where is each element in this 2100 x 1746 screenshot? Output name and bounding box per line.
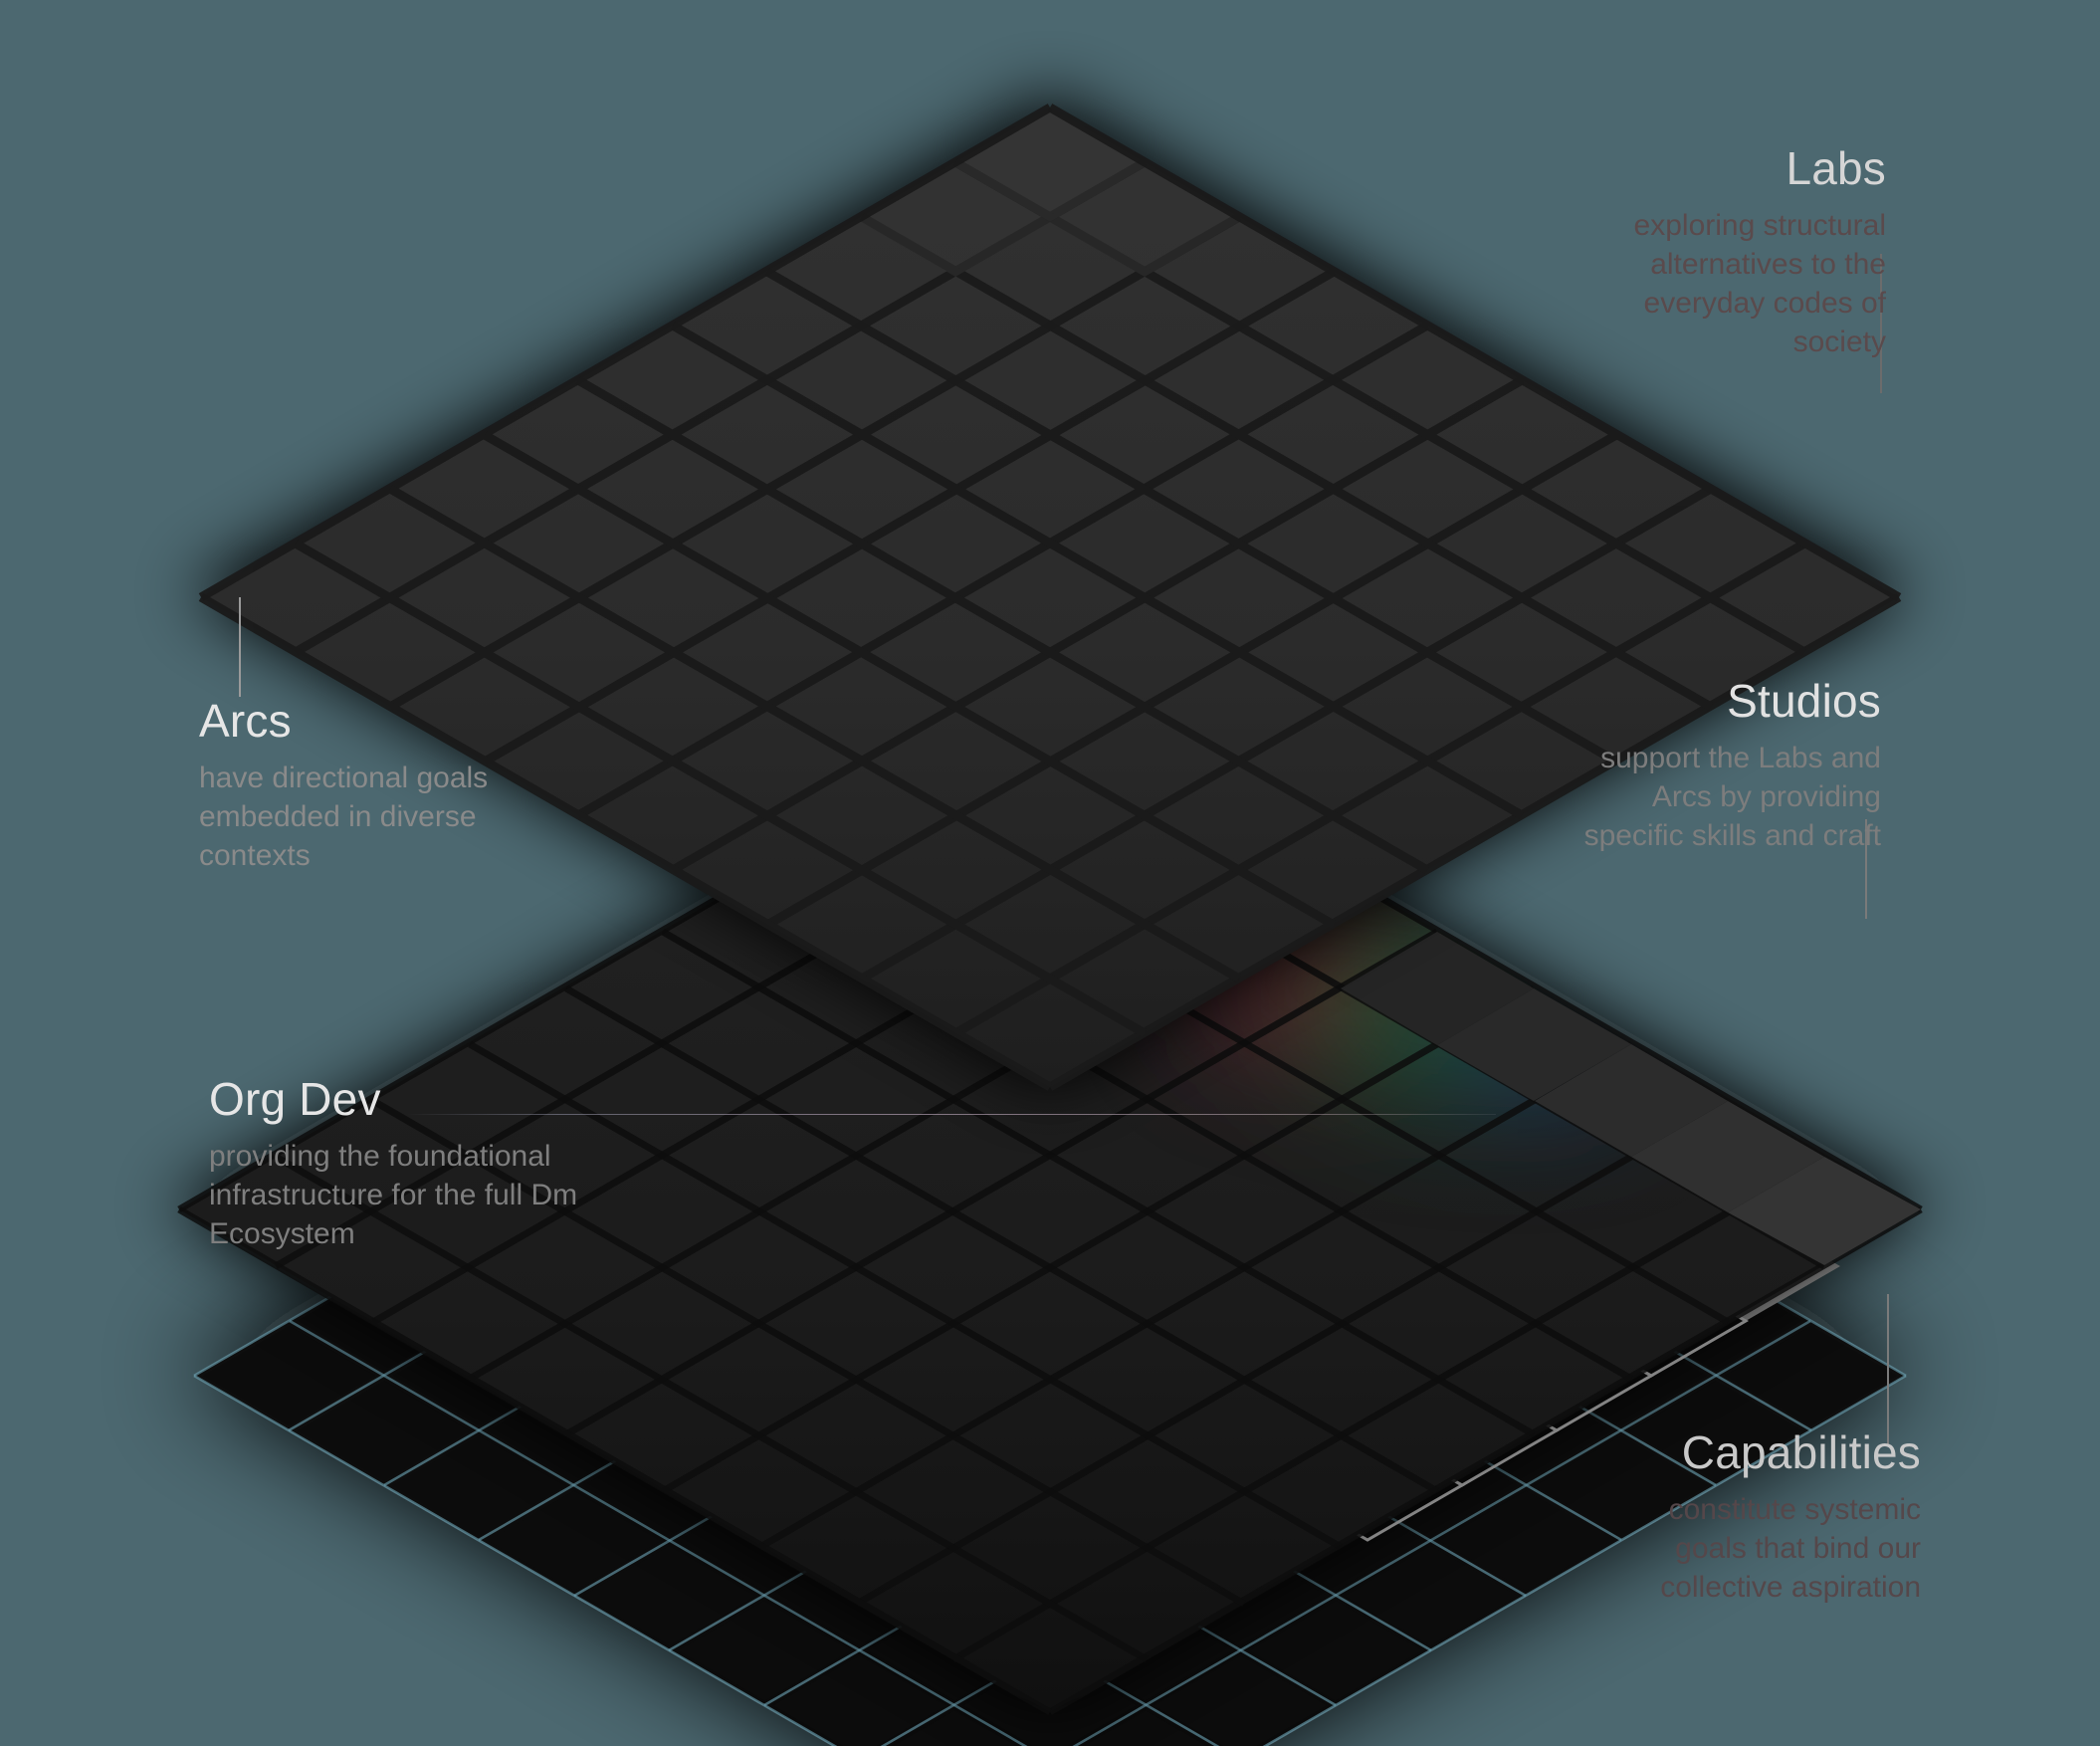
annotation-labs[interactable]: Labs exploring structural alternatives t…: [1587, 144, 1886, 361]
annotation-org-dev-title: Org Dev: [209, 1073, 381, 1125]
leader-line-arcs: [239, 597, 241, 697]
annotation-org-dev-description: providing the foundational infrastructur…: [209, 1140, 578, 1251]
annotation-arcs-title: Arcs: [199, 695, 292, 747]
annotation-studios[interactable]: Studios support the Labs and Arcs by pro…: [1553, 677, 1881, 855]
annotation-capabilities-title: Capabilities: [1681, 1426, 1921, 1478]
annotation-org-dev[interactable]: Org Dev providing the foundational infra…: [209, 1075, 607, 1253]
annotation-capabilities-description: constitute systemic goals that bind our …: [1660, 1493, 1921, 1605]
annotation-arcs[interactable]: Arcs have directional goals embedded in …: [199, 697, 518, 875]
annotation-capabilities[interactable]: Capabilities constitute systemic goals t…: [1622, 1428, 1921, 1607]
annotation-labs-title: Labs: [1785, 142, 1886, 194]
annotation-arcs-description: have directional goals embedded in diver…: [199, 762, 489, 873]
annotation-studios-description: support the Labs and Arcs by providing s…: [1583, 742, 1881, 853]
leader-line-capabilities: [1887, 1294, 1889, 1445]
annotation-studios-title: Studios: [1727, 675, 1881, 727]
diagram-canvas: Labs exploring structural alternatives t…: [0, 0, 2100, 1746]
annotation-labs-description: exploring structural alternatives to the…: [1633, 209, 1886, 359]
